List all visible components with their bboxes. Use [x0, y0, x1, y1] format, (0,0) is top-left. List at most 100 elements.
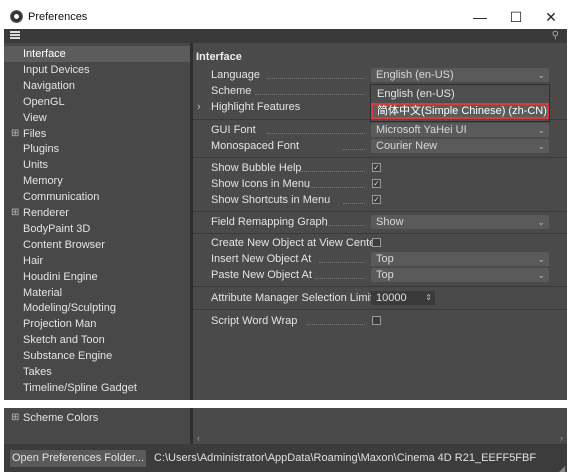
preferences-category-list-lower: ⊞ Scheme Colors [4, 408, 190, 434]
scheme-label: Scheme [211, 85, 252, 97]
language-dropdown[interactable]: English (en-US) ⌄ [371, 68, 549, 82]
maximize-button[interactable]: ☐ [498, 6, 534, 28]
sidebar-item-label: Units [23, 159, 49, 171]
sidebar-item-plugins[interactable]: Plugins [4, 141, 190, 157]
sidebar-item-label: Modeling/Sculpting [23, 302, 116, 314]
divider [193, 233, 567, 234]
sidebar-item-sketch-and-toon[interactable]: Sketch and Toon [4, 332, 190, 348]
menu-bar: ⚲ [4, 29, 567, 43]
divider [193, 286, 567, 287]
sidebar-item-label: Memory [23, 175, 63, 187]
sidebar-item-timeline-spline-gadget[interactable]: Timeline/Spline Gadget [4, 380, 190, 396]
leader-dots [319, 262, 365, 263]
sidebar-item-houdini-engine[interactable]: Houdini Engine [4, 269, 190, 285]
sidebar-item-hair[interactable]: Hair [4, 253, 190, 269]
leader-dots [267, 133, 365, 134]
close-button[interactable]: ✕ [533, 6, 569, 28]
monospaced-font-label: Monospaced Font [211, 140, 300, 152]
language-label: Language [211, 69, 260, 81]
sidebar-item-label: OpenGL [23, 96, 65, 108]
icons-menu-checkbox[interactable]: ✓ [372, 179, 381, 188]
sidebar-item-view[interactable]: View [4, 110, 190, 126]
paste-new-object-value: Top [376, 269, 394, 281]
sidebar-item-renderer[interactable]: ⊞ Renderer [4, 205, 190, 221]
language-value: English (en-US) [376, 69, 454, 81]
sidebar-item-scheme-colors[interactable]: ⊞ Scheme Colors [4, 410, 190, 426]
leader-dots [343, 149, 365, 150]
sidebar-item-content-browser[interactable]: Content Browser [4, 237, 190, 253]
open-preferences-folder-button[interactable]: Open Preferences Folder... [10, 450, 146, 467]
create-new-object-checkbox[interactable]: ✓ [372, 238, 381, 247]
paste-new-object-dropdown[interactable]: Top ⌄ [371, 268, 549, 282]
chevron-down-icon: ⌄ [537, 70, 545, 80]
sidebar-item-input-devices[interactable]: Input Devices [4, 62, 190, 78]
sidebar-item-material[interactable]: Material [4, 285, 190, 301]
sidebar-item-label: Projection Man [23, 318, 97, 330]
expand-plus-icon[interactable]: ⊞ [11, 126, 19, 142]
attribute-limit-field[interactable]: 10000 ⇕ [371, 291, 435, 305]
highlight-features-label: Highlight Features [211, 101, 301, 113]
section-title: Interface [196, 51, 242, 63]
chevron-down-icon: ⌄ [537, 254, 545, 264]
paste-new-object-row: Paste New Object At Top ⌄ [193, 267, 567, 283]
minimize-button[interactable]: — [462, 6, 498, 28]
leader-dots [299, 171, 365, 172]
sidebar-item-label: Substance Engine [23, 350, 113, 362]
sidebar-item-navigation[interactable]: Navigation [4, 78, 190, 94]
expand-plus-icon[interactable]: ⊞ [11, 205, 19, 221]
attribute-limit-label: Attribute Manager Selection Limit [211, 292, 374, 304]
field-remapping-row: Field Remapping Graph Show ⌄ [193, 214, 567, 230]
sidebar-item-substance-engine[interactable]: Substance Engine [4, 348, 190, 364]
script-word-wrap-checkbox[interactable]: ✓ [372, 316, 381, 325]
expand-plus-icon[interactable]: ⊞ [11, 410, 19, 426]
script-word-wrap-row: Script Word Wrap ✓ [193, 313, 567, 329]
chevron-down-icon: ⌄ [537, 270, 545, 280]
horizontal-scrollbar[interactable]: ‹ › [193, 433, 567, 444]
monospaced-font-dropdown[interactable]: Courier New ⌄ [371, 139, 549, 153]
sidebar-item-files[interactable]: ⊞ Files [4, 126, 190, 142]
sidebar-item-modeling-sculpting[interactable]: Modeling/Sculpting [4, 300, 190, 316]
search-icon[interactable]: ⚲ [552, 30, 559, 41]
chevron-down-icon: ⌄ [537, 125, 545, 135]
field-remapping-value: Show [376, 216, 404, 228]
sidebar-item-memory[interactable]: Memory [4, 173, 190, 189]
sidebar-item-takes[interactable]: Takes [4, 364, 190, 380]
insert-new-object-dropdown[interactable]: Top ⌄ [371, 252, 549, 266]
field-remapping-dropdown[interactable]: Show ⌄ [371, 215, 549, 229]
spinner-icon[interactable]: ⇕ [425, 291, 432, 305]
gui-font-value: Microsoft YaHei UI [376, 124, 467, 136]
sidebar-item-label: Renderer [23, 207, 69, 219]
sidebar-item-interface[interactable]: Interface [4, 46, 190, 62]
gui-font-dropdown[interactable]: Microsoft YaHei UI ⌄ [371, 123, 549, 137]
sidebar-item-projection-man[interactable]: Projection Man [4, 316, 190, 332]
sidebar-item-label: Interface [23, 48, 66, 60]
script-word-wrap-label: Script Word Wrap [211, 315, 298, 327]
sidebar-item-opengl[interactable]: OpenGL [4, 94, 190, 110]
scroll-right-icon[interactable]: › [560, 433, 563, 443]
scroll-left-icon[interactable]: ‹ [197, 433, 200, 443]
sidebar-item-label: View [23, 112, 47, 124]
leader-dots [315, 278, 365, 279]
sidebar-item-bodypaint-3d[interactable]: BodyPaint 3D [4, 221, 190, 237]
shortcuts-menu-checkbox[interactable]: ✓ [372, 195, 381, 204]
language-option-english[interactable]: English (en-US) [371, 86, 549, 102]
leader-dots [325, 225, 365, 226]
sidebar-item-communication[interactable]: Communication [4, 189, 190, 205]
image-seam [0, 400, 571, 408]
sidebar-item-label: Houdini Engine [23, 271, 98, 283]
sidebar-item-label: Input Devices [23, 64, 90, 76]
language-option-chinese[interactable]: 简体中文(Simple Chinese) (zh-CN) [371, 103, 549, 119]
sidebar-item-units[interactable]: Units [4, 157, 190, 173]
hamburger-menu-icon[interactable] [10, 31, 20, 40]
monospaced-font-row: Monospaced Font Courier New ⌄ [193, 138, 567, 154]
divider [193, 211, 567, 212]
bubble-help-checkbox[interactable]: ✓ [372, 163, 381, 172]
sidebar-item-label: Plugins [23, 143, 60, 155]
sidebar-item-label: Scheme Colors [23, 412, 99, 424]
bubble-help-row: Show Bubble Help ✓ [193, 160, 567, 176]
icons-menu-row: Show Icons in Menu ✓ [193, 176, 567, 192]
chevron-right-icon[interactable]: › [197, 99, 201, 115]
cinema4d-app-icon [10, 10, 23, 23]
divider [193, 157, 567, 158]
resize-grip-icon[interactable]: ◢ [559, 464, 567, 473]
